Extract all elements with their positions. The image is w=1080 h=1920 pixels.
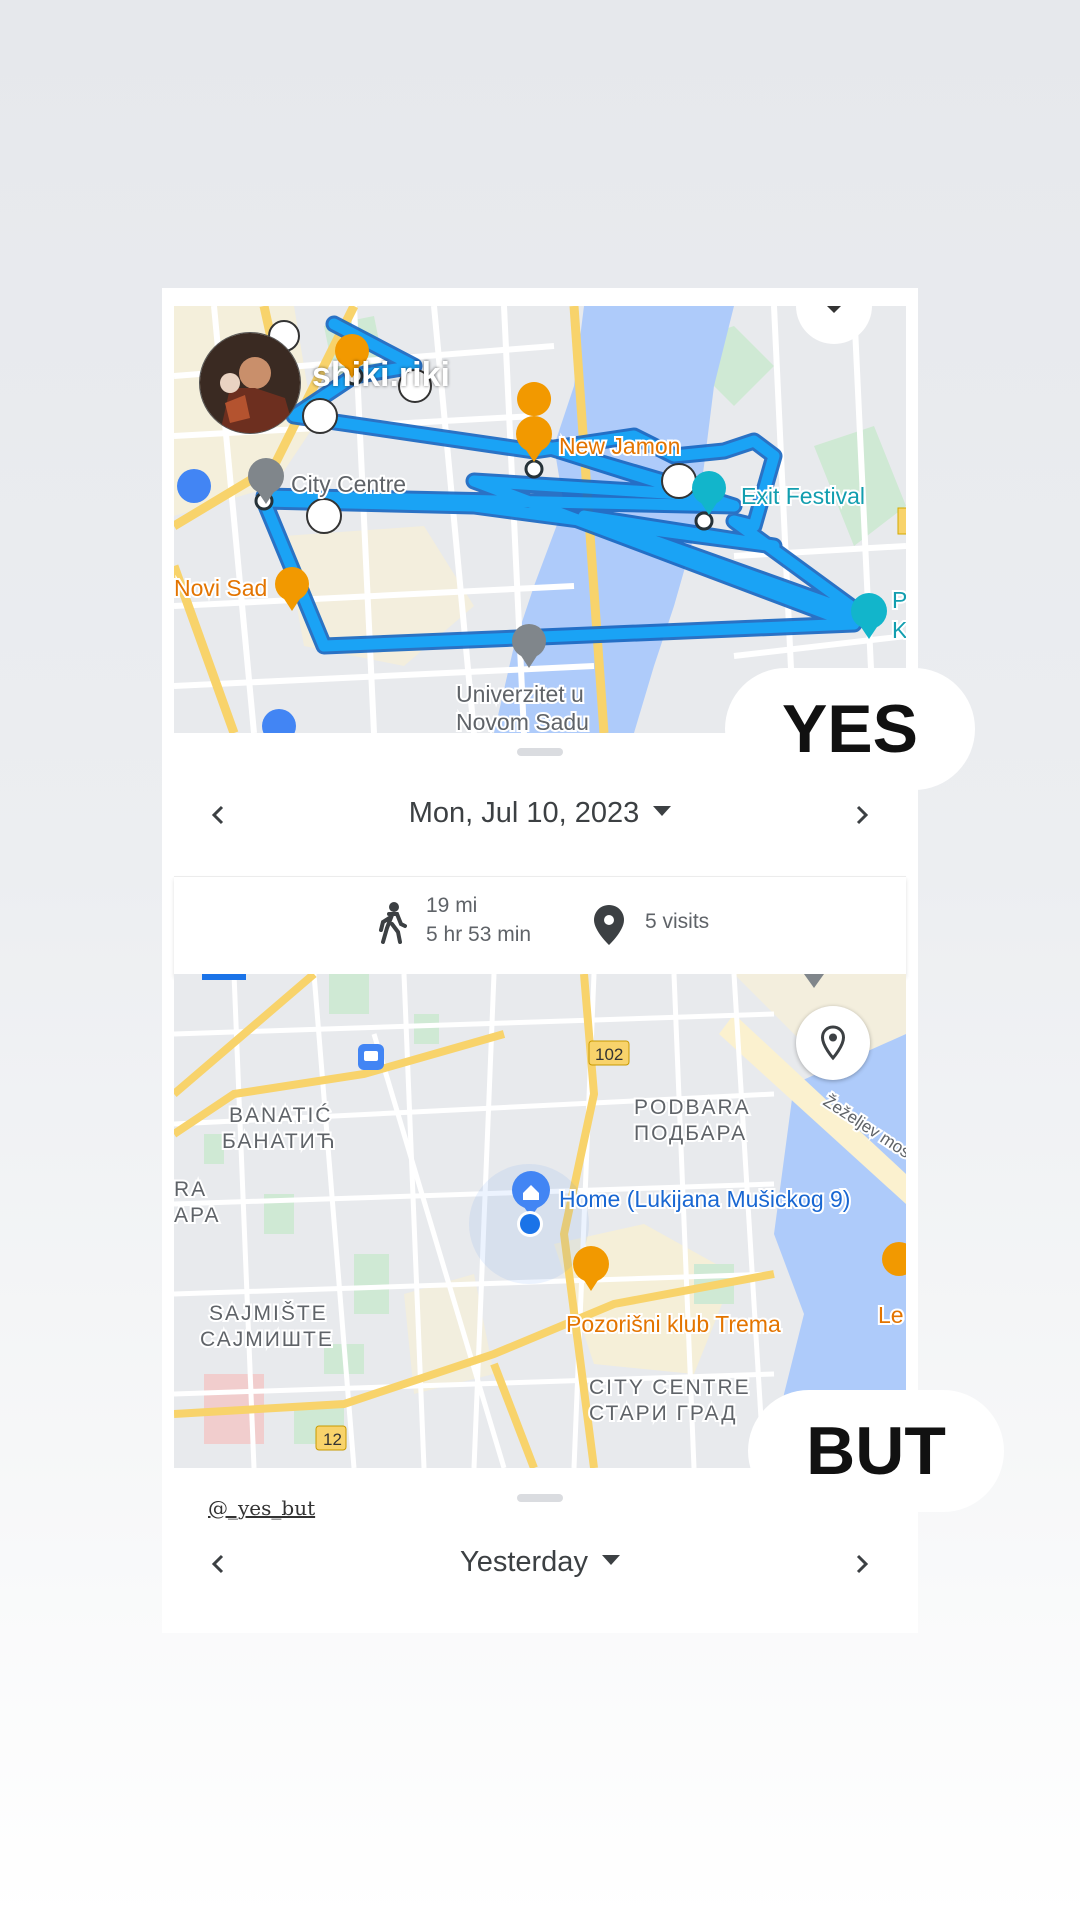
avatar[interactable] (199, 332, 301, 434)
label-podbara-cyr: ПОДБАРА (634, 1122, 747, 1145)
location-pin-icon (594, 905, 624, 945)
label-city-centre: City Centre (291, 471, 406, 497)
date-navigator-bottom: Yesterday (162, 1524, 918, 1604)
username[interactable]: shiki.riki (312, 356, 450, 395)
label-ra: RA (174, 1178, 207, 1201)
date-picker-top[interactable]: Mon, Jul 10, 2023 (162, 797, 918, 830)
walking-icon (379, 902, 407, 944)
duration-text: 5 hr 53 min (426, 923, 532, 946)
label-city-centre-cyr: СТАРИ ГРАД (589, 1402, 737, 1425)
dropdown-arrow-icon (601, 1555, 620, 1566)
label-apa: APA (174, 1204, 220, 1227)
but-caption: BUT (748, 1390, 1004, 1512)
label-pozorisni: Pozorišni klub Trema (566, 1311, 781, 1337)
label-banatic-cyr: БАНАТИЋ (222, 1130, 337, 1153)
label-sajmiste-lat: SAJMIŠTE (209, 1302, 328, 1325)
label-banatic-lat: BANATIĆ (229, 1104, 332, 1127)
distance-text: 19 mi (426, 894, 478, 917)
yes-caption: YES (725, 668, 975, 790)
road-shield-12: 12 (323, 1430, 342, 1449)
next-day-button-bottom[interactable] (839, 1542, 883, 1586)
day-summary: 19 mi 5 hr 53 min 5 visits (174, 876, 906, 975)
road-shield-102: 102 (595, 1045, 623, 1064)
label-podbara-lat: PODBARA (634, 1096, 751, 1119)
label-new-jamon: New Jamon (559, 433, 680, 459)
location-pin-outline-icon (820, 1025, 846, 1061)
chevron-right-icon (856, 805, 869, 825)
places-button[interactable] (796, 1006, 870, 1080)
label-le: Le (878, 1302, 904, 1328)
sheet-drag-handle-top[interactable] (517, 748, 563, 756)
label-p-cut: P (892, 587, 906, 613)
label-k-cut: K (892, 617, 906, 643)
label-univerzitet-1: Univerzitet u (456, 681, 584, 707)
label-univerzitet-2: Novom Sadu (456, 709, 589, 733)
label-exit-festival: Exit Festival (741, 483, 865, 509)
date-label: Mon, Jul 10, 2023 (408, 797, 640, 829)
date-label-bottom: Yesterday (460, 1546, 588, 1578)
sheet-drag-handle-bottom[interactable] (517, 1494, 563, 1502)
date-picker-bottom[interactable]: Yesterday (162, 1546, 918, 1579)
dropdown-arrow-icon (653, 806, 672, 817)
story-profile[interactable]: shiki.riki (199, 332, 450, 434)
label-novi-sad: Novi Sad (174, 575, 267, 601)
label-city-centre-lat: CITY CENTRE (589, 1376, 751, 1399)
label-sajmiste-cyr: САЈМИШТЕ (200, 1328, 334, 1351)
visits-text: 5 visits (645, 910, 710, 933)
label-home: Home (Lukijana Mušickog 9) (559, 1186, 850, 1212)
chevron-right-icon (856, 1554, 869, 1574)
next-day-button[interactable] (839, 793, 883, 837)
author-handle: @_yes_but (208, 1496, 316, 1520)
